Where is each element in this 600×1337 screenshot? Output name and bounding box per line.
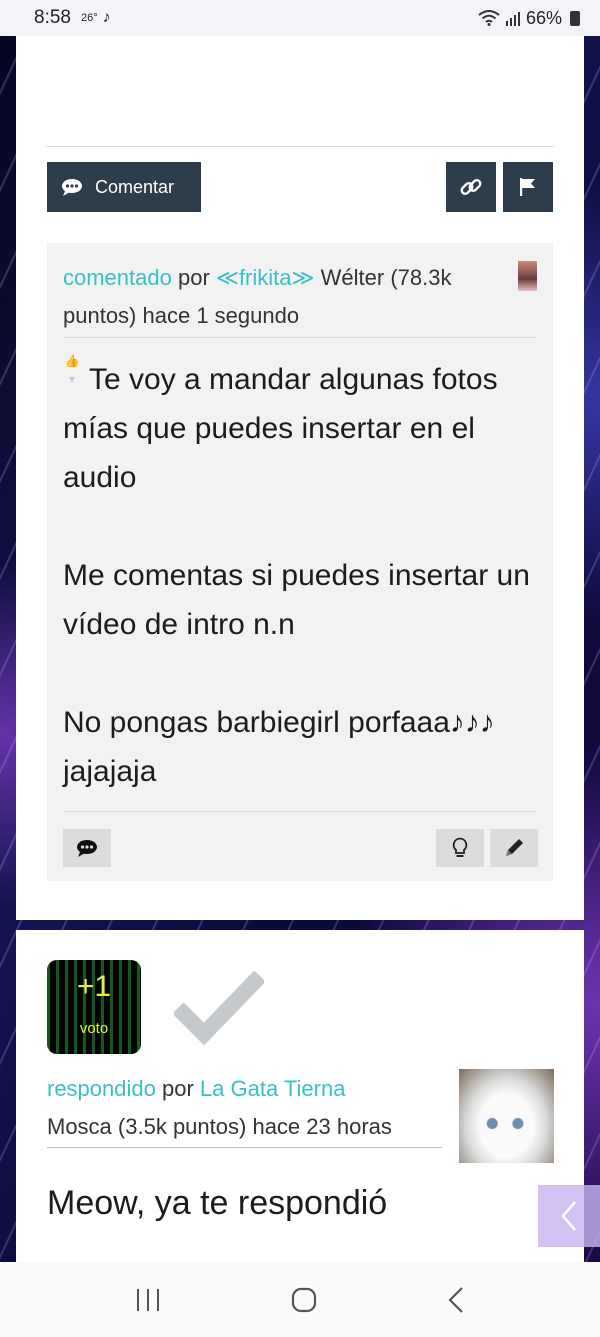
recent-apps-icon[interactable]: [135, 1288, 161, 1312]
comment-box: comentado por ≪frikita≫ Wélter (78.3k pu…: [47, 243, 553, 881]
home-icon[interactable]: [291, 1287, 317, 1313]
flag-icon: [520, 178, 535, 196]
answer-author-points: (3.5k puntos): [117, 1114, 247, 1139]
divider: [63, 811, 537, 812]
answer-author-avatar[interactable]: [459, 1069, 554, 1163]
comment-time: hace 1 segundo: [142, 303, 300, 328]
comment-paragraph: No pongas barbiegirl porfaaa♪♪♪ jajajaja: [63, 706, 495, 788]
speech-bubble-icon: [77, 840, 97, 857]
convert-to-answer-button[interactable]: [436, 829, 484, 867]
answer-author-link[interactable]: La Gata Tierna: [200, 1076, 346, 1101]
vote-count: +1: [76, 970, 112, 1003]
comment-button-label: Comentar: [95, 176, 175, 197]
battery-percentage: 66%: [525, 7, 562, 28]
back-icon[interactable]: [447, 1286, 465, 1314]
link-button[interactable]: [446, 162, 496, 212]
status-time: 8:58: [34, 7, 71, 28]
comment-button[interactable]: Comentar: [47, 162, 201, 212]
comment-paragraph: Te voy a mandar algunas fotos mías que p…: [63, 363, 498, 494]
tiktok-icon: ♪: [102, 9, 111, 26]
answer-by: por: [162, 1076, 194, 1101]
speech-bubble-icon: [62, 179, 82, 196]
edit-comment-button[interactable]: [490, 829, 538, 867]
answer-card: +1 voto respondido por La Gata Tierna Mo…: [16, 930, 584, 1270]
signal-icon: [505, 10, 520, 26]
comment-author-avatar[interactable]: [518, 261, 537, 291]
check-icon[interactable]: [174, 968, 264, 1048]
side-back-tab[interactable]: [538, 1185, 600, 1247]
link-icon: [460, 179, 482, 195]
question-card: Comentar comentado por ≪frikita≫ Wélter …: [16, 36, 584, 920]
comment-body: Te voy a mandar algunas fotos mías que p…: [63, 355, 543, 845]
answer-author-level: Mosca: [47, 1114, 112, 1139]
status-temperature: 26°: [80, 12, 98, 24]
answer-time: hace 23 horas: [252, 1114, 392, 1139]
comment-meta: comentado por ≪frikita≫ Wélter (78.3k pu…: [63, 259, 503, 335]
comment-author-link[interactable]: ≪frikita≫: [216, 265, 315, 290]
divider: [47, 1147, 442, 1148]
answer-body: Meow, ya te respondió: [47, 1184, 388, 1222]
answer-action-link[interactable]: respondido: [47, 1076, 156, 1101]
comment-paragraph: Me comentas si puedes insertar un vídeo …: [63, 559, 530, 641]
flag-button[interactable]: [503, 162, 553, 212]
battery-icon: [570, 10, 580, 26]
pencil-icon: [506, 839, 523, 856]
reply-comment-button[interactable]: [63, 829, 111, 867]
vote-badge: +1 voto: [47, 960, 141, 1054]
answer-meta: respondido por La Gata Tierna Mosca (3.5…: [47, 1070, 467, 1146]
comment-by: por: [177, 265, 210, 290]
system-navigation-bar: [0, 1262, 600, 1337]
divider: [63, 337, 537, 338]
comment-action-link[interactable]: comentado: [63, 265, 172, 290]
comment-author-level: Wélter: [320, 265, 385, 290]
vote-label: voto: [79, 1020, 109, 1037]
status-bar: 8:58 26° ♪ 66%: [0, 0, 600, 36]
divider: [46, 146, 554, 147]
wifi-icon: [478, 10, 500, 26]
lightbulb-icon: [452, 837, 468, 857]
chevron-left-icon: [561, 1201, 576, 1231]
